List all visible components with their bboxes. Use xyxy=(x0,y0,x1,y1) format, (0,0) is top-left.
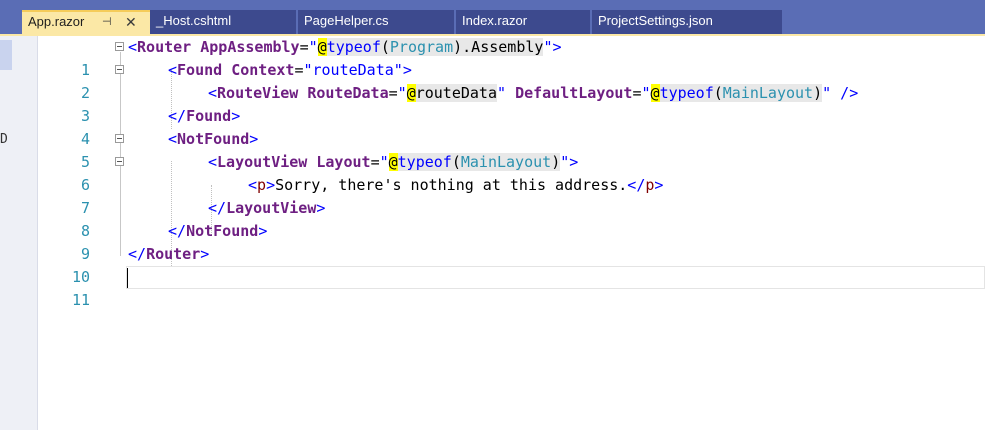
code-line[interactable]: 1 <Router AppAssembly="@typeof(Program).… xyxy=(38,36,985,79)
tab-app-razor[interactable]: App.razor ⊣ ✕ xyxy=(22,10,150,34)
tab-label: Index.razor xyxy=(462,13,528,28)
selection-marker xyxy=(0,40,12,70)
left-side-panel[interactable]: D xyxy=(0,36,38,430)
code-line[interactable]: 9 </NotFound> xyxy=(38,220,985,263)
tab-label: PageHelper.cs xyxy=(304,13,389,28)
fold-toggle-icon[interactable] xyxy=(115,65,124,74)
code-line[interactable]: 11 xyxy=(38,266,985,309)
code-line[interactable]: 10 </Router> xyxy=(38,243,985,286)
code-line[interactable]: 3 <RouteView RouteData="@routeData" Defa… xyxy=(38,82,985,125)
fold-toggle-icon[interactable] xyxy=(115,157,124,166)
tab-host-cshtml[interactable]: _Host.cshtml xyxy=(150,10,296,34)
document-tab-bar: App.razor ⊣ ✕ _Host.cshtml PageHelper.cs… xyxy=(0,0,985,34)
tab-projectsettings-json[interactable]: ProjectSettings.json xyxy=(592,10,782,34)
fold-toggle-icon[interactable] xyxy=(115,42,124,51)
close-icon[interactable]: ✕ xyxy=(125,12,137,32)
code-editor[interactable]: 1 <Router AppAssembly="@typeof(Program).… xyxy=(38,36,985,430)
code-line[interactable]: 4 </Found> xyxy=(38,105,985,148)
panel-char: D xyxy=(0,132,8,147)
code-line[interactable]: 8 </LayoutView> xyxy=(38,197,985,240)
code-line[interactable]: 5 <NotFound> xyxy=(38,128,985,171)
tab-label: _Host.cshtml xyxy=(156,13,232,28)
tab-pagehelper-cs[interactable]: PageHelper.cs xyxy=(298,10,454,34)
tab-label: ProjectSettings.json xyxy=(598,13,713,28)
code-line[interactable]: 6 <LayoutView Layout="@typeof(MainLayout… xyxy=(38,151,985,194)
code-line[interactable]: 2 <Found Context="routeData"> xyxy=(38,59,985,102)
line-number: 11 xyxy=(71,291,90,309)
fold-toggle-icon[interactable] xyxy=(115,134,124,143)
pin-icon[interactable]: ⊣ xyxy=(102,12,112,32)
tab-label: App.razor xyxy=(28,14,85,29)
code-line[interactable]: 7 <p>Sorry, there's nothing at this addr… xyxy=(38,174,985,217)
tab-index-razor[interactable]: Index.razor xyxy=(456,10,590,34)
